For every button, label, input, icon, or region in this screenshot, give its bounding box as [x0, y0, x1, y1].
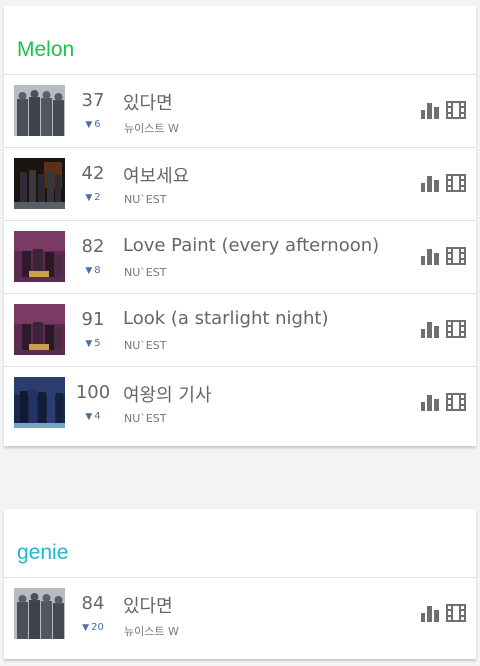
album-cover[interactable] [14, 158, 65, 209]
album-cover[interactable] [14, 588, 65, 639]
film-icon[interactable] [446, 604, 466, 622]
artist-name[interactable]: 뉴이스트 W [124, 623, 179, 639]
artist-name[interactable]: NU`EST [124, 412, 166, 425]
genie-header: genie [4, 509, 476, 577]
down-arrow-icon: ▼ [85, 193, 93, 203]
artist-name[interactable]: NU`EST [124, 193, 166, 206]
rank-change: ▼ 6 [85, 119, 101, 130]
bar-chart-icon[interactable] [421, 247, 439, 265]
artist-name[interactable]: NU`EST [124, 266, 166, 279]
song-title[interactable]: Look (a starlight night) [123, 308, 328, 329]
bar-chart-icon[interactable] [421, 393, 439, 411]
bar-chart-icon[interactable] [421, 604, 439, 622]
artist-name[interactable]: 뉴이스트 W [124, 120, 179, 136]
film-icon[interactable] [446, 247, 466, 265]
artist-name[interactable]: NU`EST [124, 339, 166, 352]
chart-row[interactable]: 42 ▼ 2 여보세요 NU`EST [4, 147, 476, 220]
film-icon[interactable] [446, 174, 466, 192]
song-title[interactable]: 있다면 [123, 89, 173, 115]
rank-number: 37 [81, 90, 105, 111]
rank-change: ▼ 4 [85, 411, 101, 422]
bar-chart-icon[interactable] [421, 174, 439, 192]
bar-chart-icon[interactable] [421, 320, 439, 338]
album-cover[interactable] [14, 377, 65, 428]
down-arrow-icon: ▼ [85, 266, 93, 276]
rank-number: 84 [81, 593, 105, 614]
down-arrow-icon: ▼ [85, 412, 93, 422]
genie-title: genie [17, 541, 69, 564]
genie-chart-card: genie 84 ▼ 20 있다면 뉴이스트 W [4, 509, 476, 659]
melon-chart-card: Melon 37 ▼ 6 있다면 뉴이스트 W 42 ▼ 2 여보세요 NU`E… [4, 6, 476, 446]
down-arrow-icon: ▼ [85, 120, 93, 130]
song-title[interactable]: 있다면 [123, 592, 173, 618]
rank-change: ▼ 5 [85, 338, 101, 349]
rank-change: ▼ 8 [85, 265, 101, 276]
rank-number: 82 [81, 236, 105, 257]
rank-change: ▼ 20 [82, 622, 104, 633]
bar-chart-icon[interactable] [421, 101, 439, 119]
album-cover[interactable] [14, 85, 65, 136]
down-arrow-icon: ▼ [85, 339, 93, 349]
chart-row[interactable]: 91 ▼ 5 Look (a starlight night) NU`EST [4, 293, 476, 366]
chart-row[interactable]: 37 ▼ 6 있다면 뉴이스트 W [4, 74, 476, 147]
rank-change: ▼ 2 [85, 192, 101, 203]
film-icon[interactable] [446, 101, 466, 119]
chart-row[interactable]: 82 ▼ 8 Love Paint (every afternoon) NU`ES… [4, 220, 476, 293]
song-title[interactable]: 여왕의 기사 [123, 381, 212, 407]
down-arrow-icon: ▼ [82, 623, 90, 633]
song-title[interactable]: Love Paint (every afternoon) [123, 235, 379, 256]
chart-row[interactable]: 100 ▼ 4 여왕의 기사 NU`EST [4, 366, 476, 439]
rank-number: 91 [81, 309, 105, 330]
chart-row[interactable]: 84 ▼ 20 있다면 뉴이스트 W [4, 577, 476, 650]
rank-number: 100 [75, 382, 111, 403]
melon-title: Melon [17, 38, 75, 61]
album-cover[interactable] [14, 304, 65, 355]
song-title[interactable]: 여보세요 [123, 162, 189, 188]
album-cover[interactable] [14, 231, 65, 282]
melon-header: Melon [4, 6, 476, 74]
film-icon[interactable] [446, 393, 466, 411]
rank-number: 42 [81, 163, 105, 184]
film-icon[interactable] [446, 320, 466, 338]
